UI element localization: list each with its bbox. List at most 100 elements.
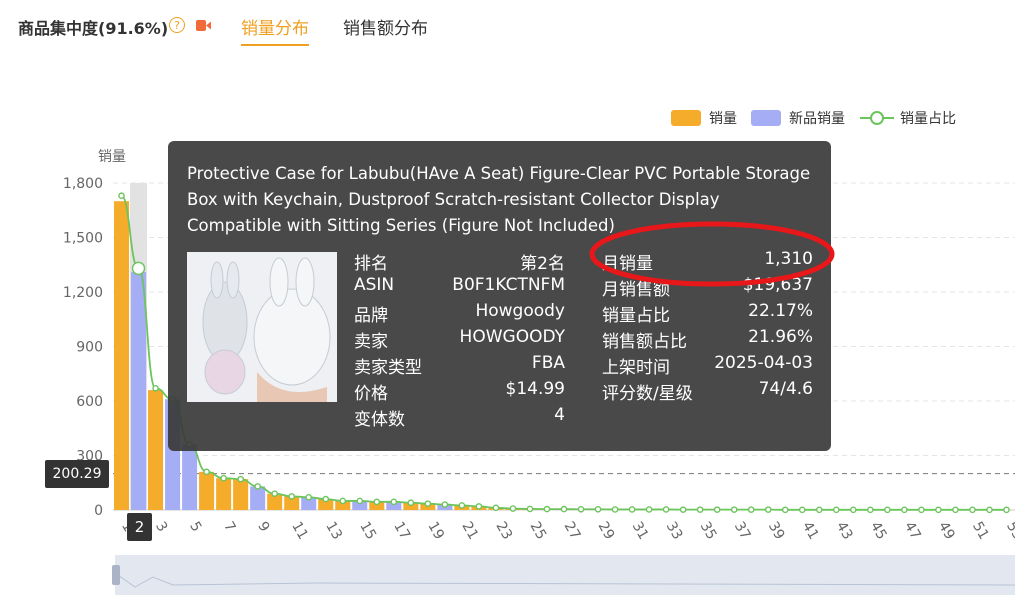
tooltip-key: 变体数: [354, 410, 405, 430]
x-tick-label: 49: [935, 519, 958, 542]
tooltip-key: 卖家: [354, 332, 388, 352]
bar: [114, 201, 130, 510]
tooltip-key: 上架时间: [602, 358, 670, 378]
share-point: [713, 506, 721, 513]
x-tick-label: 41: [799, 519, 822, 542]
bar: [148, 390, 164, 510]
x-tick-label: 25: [526, 519, 549, 542]
share-point: [288, 493, 295, 500]
tooltip-key: 价格: [354, 384, 388, 404]
highlight-annotation-ring: [589, 221, 835, 287]
tooltip-value: Howgoody: [475, 301, 565, 321]
tooltip-key: ASIN: [354, 275, 395, 295]
share-point: [815, 506, 823, 514]
share-point: [271, 490, 278, 497]
zoom-slider[interactable]: [114, 555, 1015, 595]
share-point: [867, 506, 874, 514]
x-tick-label: 15: [356, 519, 379, 542]
share-point: [543, 505, 551, 513]
tooltip-value: 74/4.6: [758, 379, 813, 399]
tooltip-value: B0F1KCTNFM: [452, 275, 565, 295]
share-point: [918, 506, 925, 514]
share-point: [798, 506, 806, 514]
tooltip-value: $14.99: [505, 379, 565, 399]
share-point: [781, 506, 789, 514]
share-point: [526, 505, 534, 513]
y-tick-label: 1,500: [63, 231, 103, 247]
tooltip-value: 第2名: [520, 254, 565, 274]
share-point: [441, 501, 449, 508]
x-tick-label: 51: [969, 519, 992, 542]
y-axis-label: 销量: [98, 149, 126, 165]
share-point: [969, 506, 976, 514]
share-point: [118, 192, 125, 200]
product-image-icon: [187, 252, 337, 402]
share-point: [1003, 506, 1010, 514]
share-point: [254, 483, 261, 490]
bar: [250, 486, 266, 510]
x-tick-label: 37: [731, 519, 754, 542]
x-tick-label: 21: [458, 519, 481, 542]
share-point: [935, 506, 942, 514]
y-tick-label: 0: [94, 503, 103, 519]
zoom-slider-preview: [114, 572, 1015, 588]
tooltip-value: 21.96%: [748, 327, 813, 347]
share-point: [424, 500, 432, 507]
tooltip-key: 评分数/星级: [602, 384, 693, 404]
x-tick-label: 13: [322, 519, 345, 542]
bar: [131, 272, 147, 510]
share-point: [662, 506, 670, 513]
share-point: [679, 506, 687, 513]
product-tooltip: Protective Case for Labubu(HAve A Seat) …: [168, 141, 831, 451]
x-tick-label: 47: [901, 519, 924, 542]
share-point: [475, 503, 483, 510]
x-tick-label: 7: [220, 519, 238, 535]
bar: [199, 471, 215, 510]
share-point: [611, 506, 619, 513]
tooltip-value: 22.17%: [748, 301, 813, 321]
share-point: [696, 506, 704, 513]
bar: [182, 444, 198, 510]
x-tick-label: 33: [663, 519, 686, 542]
share-point: [850, 506, 857, 514]
x-tick-label: 9: [254, 519, 272, 535]
x-tick-label: 43: [833, 519, 856, 542]
x-tick-label: 53: [1003, 519, 1015, 542]
x-tick-label: 45: [867, 519, 890, 542]
share-point: [764, 506, 772, 513]
x-tick-label: 17: [390, 519, 413, 542]
share-point: [203, 468, 210, 476]
tooltip-key: 销量占比: [602, 306, 670, 326]
share-point: [373, 498, 381, 506]
tooltip-key: 品牌: [354, 306, 388, 326]
x-tick-label: 35: [697, 519, 720, 542]
zoom-slider-handle[interactable]: [112, 565, 120, 585]
tooltip-value: 2025-04-03: [714, 353, 813, 373]
tooltip-key: 卖家类型: [354, 358, 422, 378]
share-point: [577, 505, 585, 513]
share-point: [492, 504, 500, 512]
share-point: [322, 495, 330, 503]
tooltip-key: 排名: [354, 254, 388, 274]
share-point: [339, 497, 347, 505]
tooltip-key: 销售额占比: [602, 332, 687, 352]
share-point: [628, 506, 636, 513]
y-crosshair-label: 200.29: [45, 460, 109, 488]
share-point: [560, 505, 568, 513]
share-point: [594, 505, 602, 513]
share-point: [833, 506, 840, 514]
y-tick-label: 1,800: [63, 176, 103, 192]
share-point: [645, 506, 653, 513]
share-point: [730, 506, 738, 513]
x-tick-label: 19: [424, 519, 447, 542]
x-tick-label: 27: [561, 519, 584, 542]
y-tick-label: 600: [76, 394, 103, 410]
share-point: [509, 505, 517, 512]
tooltip-value: 4: [554, 405, 565, 425]
tooltip-value: FBA: [531, 353, 565, 373]
share-point: [390, 498, 398, 506]
x-crosshair-label: 2: [127, 513, 152, 541]
share-point: [884, 506, 891, 514]
share-point: [237, 475, 244, 483]
share-point: [356, 497, 364, 505]
